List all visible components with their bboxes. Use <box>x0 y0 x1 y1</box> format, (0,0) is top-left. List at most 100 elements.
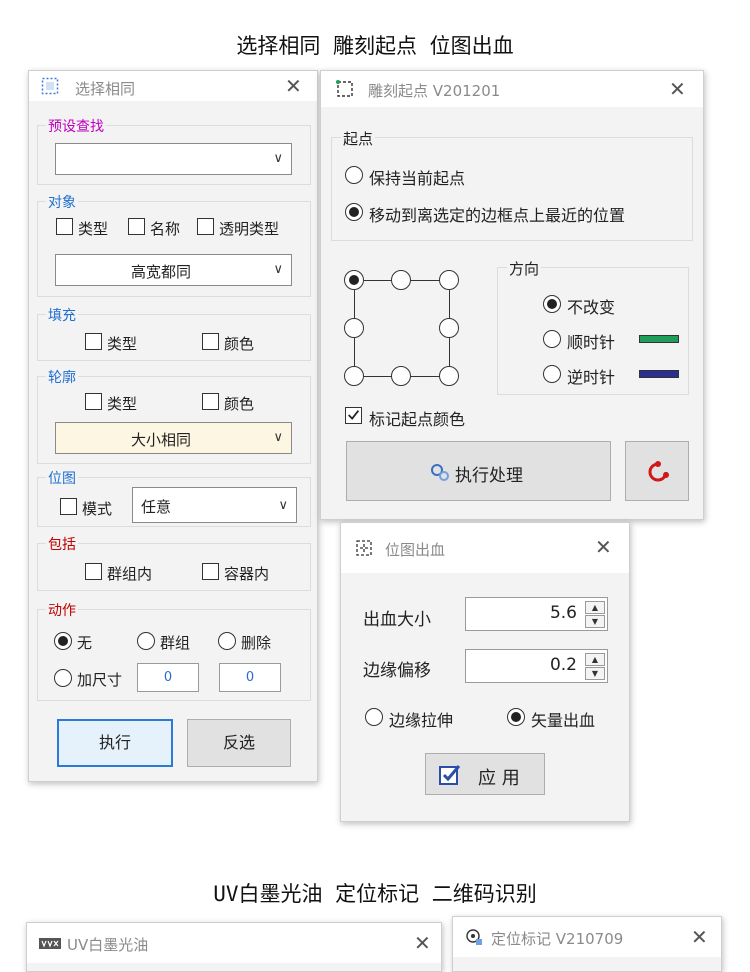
bleed-frame-icon <box>356 540 372 556</box>
top-heading: 选择相同 雕刻起点 位图出血 <box>236 34 514 58</box>
engrave-titlebar: 雕刻起点 V201201 ✕ <box>321 71 703 107</box>
anchor-top-center[interactable] <box>391 270 411 290</box>
object-transparency-checkbox[interactable] <box>197 218 214 235</box>
resize-height-input[interactable]: 0 <box>219 663 281 692</box>
action-delete-radio[interactable] <box>218 632 236 650</box>
spin-up-icon[interactable]: ▲ <box>585 653 605 666</box>
direction-clockwise-radio[interactable] <box>543 330 561 348</box>
action-group-label: 群组 <box>160 634 191 652</box>
engrave-start-window: 雕刻起点 V201201 ✕ 起点 保持当前起点 移动到离选定的边框点上最近的位… <box>320 70 704 520</box>
chevron-down-icon: ∨ <box>273 151 283 166</box>
direction-counterclockwise-radio[interactable] <box>543 365 561 383</box>
apply-label: 应 用 <box>478 768 520 789</box>
locate-mark-window: 定位标记 V210709 ✕ <box>452 916 722 972</box>
action-label: 动作 <box>46 600 78 620</box>
bleed-size-label: 出血大小 <box>363 610 431 630</box>
action-resize-label: 加尺寸 <box>77 671 123 689</box>
object-name-checkbox[interactable] <box>128 218 145 235</box>
refresh-button[interactable] <box>625 441 689 501</box>
bleed-size-spinner[interactable]: 5.6 ▲ ▼ <box>465 597 608 631</box>
object-name-label: 名称 <box>150 220 181 238</box>
mark-start-color-checkbox[interactable] <box>345 407 362 424</box>
outline-type-checkbox[interactable] <box>85 393 102 410</box>
resize-width-input[interactable]: 0 <box>137 663 199 692</box>
preset-combo[interactable]: ∨ <box>55 143 292 175</box>
include-group-checkbox[interactable] <box>85 563 102 580</box>
direction-label: 方向 <box>507 258 542 279</box>
start-point-icon <box>336 80 353 97</box>
fill-type-label: 类型 <box>107 335 138 353</box>
direction-clockwise-label: 顺时针 <box>567 333 616 352</box>
anchor-middle-right[interactable] <box>439 318 459 338</box>
fill-group <box>37 314 311 361</box>
select-dashed-icon <box>41 77 59 95</box>
bleed-size-value: 5.6 <box>549 603 577 623</box>
spin-down-icon[interactable]: ▼ <box>585 615 605 628</box>
counterclockwise-color-swatch <box>639 370 679 378</box>
clockwise-color-swatch <box>639 335 679 343</box>
move-nearest-radio[interactable] <box>345 203 363 221</box>
anchor-bottom-left[interactable] <box>344 366 364 386</box>
invert-selection-button[interactable]: 反选 <box>187 719 291 767</box>
execute-process-button[interactable]: 执行处理 <box>346 441 611 501</box>
close-icon[interactable]: ✕ <box>691 925 708 949</box>
mark-start-color-label: 标记起点颜色 <box>369 410 466 429</box>
anchor-middle-left[interactable] <box>344 318 364 338</box>
close-icon[interactable]: ✕ <box>414 931 431 955</box>
object-type-checkbox[interactable] <box>56 218 73 235</box>
spin-down-icon[interactable]: ▼ <box>585 667 605 680</box>
anchor-top-right[interactable] <box>439 270 459 290</box>
apply-button[interactable]: 应 用 <box>425 753 545 795</box>
close-icon[interactable]: ✕ <box>285 74 302 98</box>
edge-stretch-label: 边缘拉伸 <box>389 711 454 730</box>
bottom-heading: UV白墨光油 定位标记 二维码识别 <box>213 882 537 906</box>
include-group <box>37 543 311 591</box>
execute-button[interactable]: 执行 <box>57 719 173 767</box>
direction-counterclockwise-label: 逆时针 <box>567 368 616 387</box>
select-same-window: 选择相同 ✕ 预设查找 ∨ 对象 类型 名称 透明类型 高宽都同 ∨ 填充 类型… <box>28 70 318 782</box>
object-match-value: 高宽都同 <box>130 263 191 281</box>
include-container-label: 容器内 <box>224 565 270 583</box>
outline-match-combo[interactable]: 大小相同 ∨ <box>55 422 292 454</box>
close-icon[interactable]: ✕ <box>669 77 686 101</box>
checkmark-icon <box>348 410 360 420</box>
outline-color-label: 颜色 <box>224 395 255 413</box>
action-delete-label: 删除 <box>241 634 272 652</box>
outline-type-label: 类型 <box>107 395 138 413</box>
chevron-down-icon: ∨ <box>278 498 288 513</box>
start-label: 起点 <box>341 128 376 149</box>
spin-up-icon[interactable]: ▲ <box>585 601 605 614</box>
anchor-top-left[interactable] <box>344 270 364 290</box>
window-title: UV白墨光油 <box>67 936 149 954</box>
window-title: 雕刻起点 V201201 <box>368 82 501 100</box>
window-title: 选择相同 <box>75 80 136 98</box>
anchor-bottom-center[interactable] <box>391 366 411 386</box>
bitmap-mode-combo[interactable]: 任意 ∨ <box>132 487 297 523</box>
close-icon[interactable]: ✕ <box>595 535 612 559</box>
vector-bleed-radio[interactable] <box>507 708 525 726</box>
bitmap-mode-checkbox[interactable] <box>60 498 77 515</box>
keep-start-radio[interactable] <box>345 166 363 184</box>
bleed-titlebar: 位图出血 ✕ <box>341 523 629 573</box>
include-container-checkbox[interactable] <box>202 563 219 580</box>
action-none-radio[interactable] <box>54 632 72 650</box>
fill-type-checkbox[interactable] <box>85 333 102 350</box>
action-resize-radio[interactable] <box>54 669 72 687</box>
edge-stretch-radio[interactable] <box>365 708 383 726</box>
keep-start-label: 保持当前起点 <box>369 169 466 188</box>
action-group-radio[interactable] <box>137 632 155 650</box>
object-transparency-label: 透明类型 <box>219 220 280 238</box>
object-type-label: 类型 <box>78 220 109 238</box>
outline-label: 轮廓 <box>46 367 78 387</box>
outline-match-value: 大小相同 <box>130 431 191 449</box>
preset-label: 预设查找 <box>46 116 106 136</box>
outline-color-checkbox[interactable] <box>202 393 219 410</box>
edge-offset-spinner[interactable]: 0.2 ▲ ▼ <box>465 649 608 683</box>
fill-color-checkbox[interactable] <box>202 333 219 350</box>
window-title: 定位标记 V210709 <box>491 930 624 948</box>
edge-offset-value: 0.2 <box>549 655 577 675</box>
direction-unchanged-radio[interactable] <box>543 295 561 313</box>
anchor-bottom-right[interactable] <box>439 366 459 386</box>
object-match-combo[interactable]: 高宽都同 ∨ <box>55 254 292 286</box>
chevron-down-icon: ∨ <box>273 430 283 445</box>
